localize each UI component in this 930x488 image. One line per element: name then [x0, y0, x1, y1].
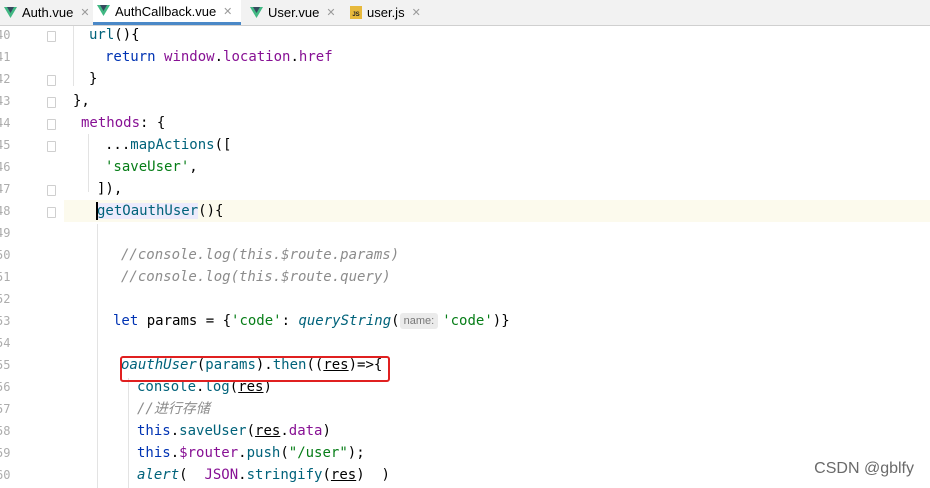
line-number: 51 — [0, 270, 11, 284]
line-number: 53 — [0, 314, 11, 328]
vue-icon — [250, 6, 263, 19]
line-number: 44 — [0, 116, 11, 130]
line-gutter: 40 41 42 43 44 45 46 47 48 49 50 51 52 5… — [0, 26, 64, 488]
fold-marker[interactable] — [47, 75, 56, 86]
indent-guide — [97, 224, 98, 488]
code-line: //console.log(this.$route.params) — [121, 247, 400, 263]
line-number: 47 — [0, 182, 11, 196]
code-line: //console.log(this.$route.query) — [121, 269, 391, 285]
tab-label: User.vue — [268, 5, 320, 20]
code-editor[interactable]: 40 41 42 43 44 45 46 47 48 49 50 51 52 5… — [0, 26, 930, 488]
code-line: this.$router.push("/user"); — [137, 445, 365, 461]
fold-marker[interactable] — [47, 97, 56, 108]
line-number: 57 — [0, 402, 11, 416]
indent-guide — [88, 134, 89, 192]
tab-user-vue[interactable]: User.vue ✕ — [246, 0, 342, 25]
code-line: this.saveUser(res.data) — [137, 423, 331, 439]
tab-label: Auth.vue — [22, 5, 74, 20]
text-caret — [96, 202, 98, 220]
fold-marker[interactable] — [47, 207, 56, 218]
line-number: 48 — [0, 204, 11, 218]
vue-icon — [97, 5, 110, 17]
line-number: 54 — [0, 336, 11, 350]
line-number: 52 — [0, 292, 11, 306]
line-number: 55 — [0, 358, 11, 372]
line-number: 56 — [0, 380, 11, 394]
code-line: methods: { — [81, 115, 166, 131]
close-icon[interactable]: ✕ — [412, 6, 421, 19]
code-line: return window.location.href — [105, 49, 333, 65]
code-line: ...mapActions([ — [105, 137, 232, 153]
line-number: 60 — [0, 468, 11, 482]
tab-user-js[interactable]: JS user.js ✕ — [346, 0, 432, 25]
close-icon[interactable]: ✕ — [80, 6, 89, 19]
indent-guide — [128, 378, 129, 488]
editor-tab-bar: Auth.vue ✕ AuthCallback.vue ✕ User.vue ✕… — [0, 0, 930, 26]
tab-auth-vue[interactable]: Auth.vue ✕ — [0, 0, 92, 25]
tab-authcallback-vue[interactable]: AuthCallback.vue ✕ — [93, 0, 241, 25]
code-line: 'saveUser', — [105, 159, 198, 175]
line-number: 42 — [0, 72, 11, 86]
line-number: 41 — [0, 50, 11, 64]
vue-icon — [4, 6, 17, 19]
parameter-hint: name: — [399, 313, 439, 329]
close-icon[interactable]: ✕ — [223, 5, 232, 18]
line-number: 43 — [0, 94, 11, 108]
code-line: let params = {'code': queryString(name: '… — [113, 313, 510, 329]
fold-marker[interactable] — [47, 141, 56, 152]
tab-label: AuthCallback.vue — [115, 3, 217, 19]
js-file-icon: JS — [350, 6, 362, 19]
line-number: 58 — [0, 424, 11, 438]
code-line: ]), — [97, 181, 123, 197]
code-line: getOauthUser(){ — [97, 203, 224, 219]
fold-marker[interactable] — [47, 185, 56, 196]
code-line: }, — [73, 93, 90, 109]
code-line: //进行存储 — [137, 401, 210, 417]
code-line: } — [89, 71, 98, 87]
watermark: CSDN @gblfy — [814, 460, 914, 477]
line-number: 45 — [0, 138, 11, 152]
code-line: url(){ — [89, 27, 140, 43]
fold-marker[interactable] — [47, 119, 56, 130]
line-number: 50 — [0, 248, 11, 262]
line-number: 46 — [0, 160, 11, 174]
fold-marker[interactable] — [47, 31, 56, 42]
tab-label: user.js — [367, 5, 405, 20]
code-line: alert( JSON.stringify(res) ) — [137, 467, 390, 483]
close-icon[interactable]: ✕ — [326, 6, 335, 19]
line-number: 59 — [0, 446, 11, 460]
indent-guide — [73, 26, 74, 86]
line-number: 49 — [0, 226, 11, 240]
line-number: 40 — [0, 28, 11, 42]
annotation-red-box — [120, 356, 390, 382]
